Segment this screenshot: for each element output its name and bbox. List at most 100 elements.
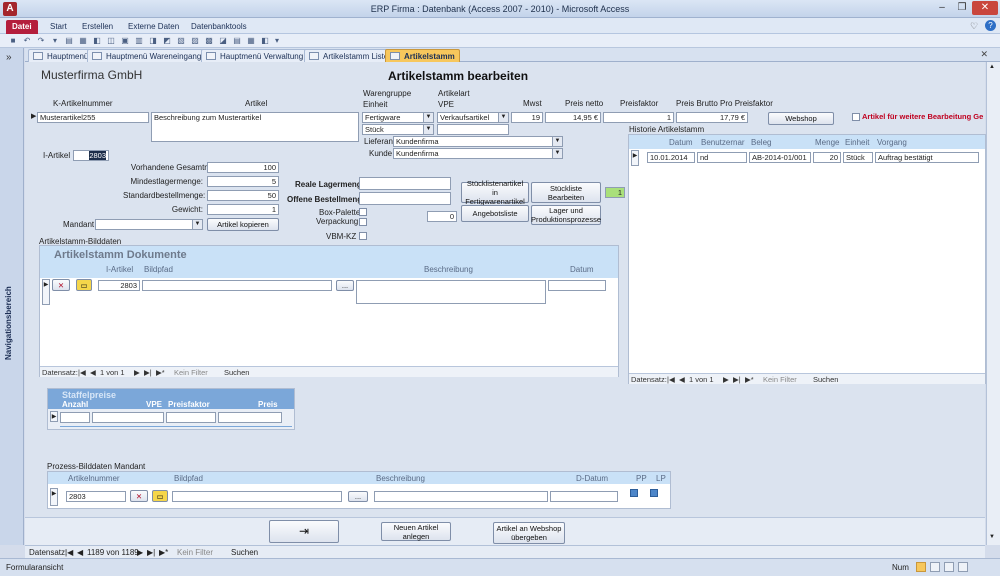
hist-menge-field[interactable]: 20: [813, 152, 841, 163]
stueckliste-bearbeiten-button[interactable]: Stückliste Bearbeiten: [531, 182, 601, 203]
lager-produktionsprozesse-button[interactable]: Lager und Produktionsprozesse: [531, 205, 601, 225]
nav-first-icon[interactable]: |◀: [65, 548, 73, 557]
delete-x-icon[interactable]: ✕: [52, 279, 70, 291]
nav-prev-icon[interactable]: ◀: [77, 548, 83, 557]
tab-artikelstamm-liste[interactable]: Artikelstamm Liste: [304, 49, 394, 62]
row-selector-icon[interactable]: ▶: [42, 279, 50, 305]
form-view-icon[interactable]: [916, 562, 926, 572]
toolbar-icon[interactable]: ▩: [204, 36, 214, 46]
nav-filter[interactable]: Kein Filter: [174, 368, 208, 377]
toolbar-icon[interactable]: ▨: [190, 36, 200, 46]
toolbar-icon[interactable]: ▦: [78, 36, 88, 46]
nav-next-icon[interactable]: ▶: [134, 368, 140, 377]
hist-einheit-field[interactable]: Stück: [843, 152, 873, 163]
tab-hauptmenue-verwaltung[interactable]: Hauptmenü Verwaltung: [201, 49, 309, 62]
ribbon-tab-start[interactable]: Start: [44, 20, 73, 34]
verpackung-checkbox[interactable]: [359, 218, 367, 226]
hist-vorgang-field[interactable]: Auftrag bestätigt: [875, 152, 979, 163]
delete-x-icon[interactable]: ✕: [130, 490, 148, 502]
vbm-kz-checkbox[interactable]: [359, 232, 367, 240]
staffel-vpe-field[interactable]: [92, 412, 164, 423]
open-folder-icon[interactable]: ▭: [76, 279, 92, 291]
ribbon-tab-externe-daten[interactable]: Externe Daten: [122, 20, 185, 34]
toolbar-icon[interactable]: ◧: [92, 36, 102, 46]
prozess-bildpfad-field[interactable]: [172, 491, 342, 502]
ribbon-tab-datenbanktools[interactable]: Datenbanktools: [185, 20, 253, 34]
nav-search[interactable]: Suchen: [813, 375, 838, 384]
dok-bildpfad-field[interactable]: [142, 280, 332, 291]
staffel-preisfaktor-field[interactable]: [166, 412, 216, 423]
box-palette-checkbox[interactable]: [359, 208, 367, 216]
prozess-d-datum-field[interactable]: [550, 491, 618, 502]
gewicht-field[interactable]: 1: [207, 204, 279, 215]
layout-view-icon[interactable]: [944, 562, 954, 572]
warengruppe-select[interactable]: Fertigware: [362, 112, 434, 123]
scroll-down-icon[interactable]: ▼: [989, 534, 995, 540]
prozess-artikelnummer-field[interactable]: 2803: [66, 491, 126, 502]
stuecklistenartikel-button[interactable]: Stücklistenartikel in Fertigwarenartikel: [461, 179, 529, 206]
nav-new-icon[interactable]: ▶*: [156, 368, 165, 377]
close-icon[interactable]: ✕: [972, 1, 998, 15]
nav-search[interactable]: Suchen: [224, 368, 249, 377]
nav-filter[interactable]: Kein Filter: [763, 375, 797, 384]
an-webshop-button[interactable]: Artikel an Webshop übergeben: [493, 522, 565, 544]
nav-position[interactable]: 1 von 1: [100, 368, 125, 377]
row-selector-icon[interactable]: ▶: [50, 411, 58, 422]
nav-next-icon[interactable]: ▶: [723, 375, 729, 384]
dok-i-artikel-field[interactable]: 2803: [98, 280, 140, 291]
preis-netto-field[interactable]: 14,95 €: [545, 112, 601, 123]
hist-beleg-field[interactable]: AB-2014-01/001: [749, 152, 811, 163]
verpackung-field[interactable]: 0: [427, 211, 457, 222]
webshop-button[interactable]: Webshop: [768, 112, 834, 125]
artikelart-select[interactable]: Verkaufsartikel: [437, 112, 509, 123]
reale-lagermenge-field[interactable]: [359, 177, 451, 190]
nav-last-icon[interactable]: ▶|: [733, 375, 741, 384]
redo-icon[interactable]: ↷: [36, 36, 46, 46]
ribbon-tab-datei[interactable]: Datei: [6, 20, 38, 34]
exit-icon[interactable]: ⇥: [269, 520, 339, 543]
row-selector-icon[interactable]: ▶: [50, 488, 58, 506]
design-view-icon[interactable]: [958, 562, 968, 572]
nav-next-icon[interactable]: ▶: [137, 548, 143, 557]
hist-benutzer-field[interactable]: nd: [697, 152, 747, 163]
nav-pane-toggle-icon[interactable]: »: [6, 52, 12, 63]
close-tab-icon[interactable]: ✕: [980, 49, 988, 60]
lp-checkbox[interactable]: [650, 489, 658, 497]
webshop-checkbox[interactable]: [852, 113, 860, 121]
toolbar-icon[interactable]: ▤: [232, 36, 242, 46]
standardbestellmenge-field[interactable]: 50: [207, 190, 279, 201]
artikel-kopieren-button[interactable]: Artikel kopieren: [207, 218, 279, 231]
scroll-up-icon[interactable]: ▲: [989, 64, 995, 70]
nav-prev-icon[interactable]: ◀: [679, 375, 685, 384]
nav-last-icon[interactable]: ▶|: [144, 368, 152, 377]
nav-new-icon[interactable]: ▶*: [159, 548, 168, 557]
dok-beschreibung-field[interactable]: [356, 280, 546, 304]
record-selector-icon[interactable]: ▶: [31, 112, 36, 120]
save-icon[interactable]: ■: [8, 36, 18, 46]
ribbon-tab-erstellen[interactable]: Erstellen: [76, 20, 119, 34]
toolbar-icon[interactable]: ◨: [148, 36, 158, 46]
hist-datum-field[interactable]: 10.01.2014: [647, 152, 695, 163]
navigation-pane[interactable]: » Navigationsbereich: [0, 48, 24, 545]
gesamtmenge-field[interactable]: 100: [207, 162, 279, 173]
help-icon[interactable]: ?: [985, 20, 996, 31]
browse-button[interactable]: ...: [348, 491, 368, 502]
toolbar-icon[interactable]: ◩: [162, 36, 172, 46]
nav-first-icon[interactable]: |◀: [78, 368, 86, 377]
offene-bestellmenge-field[interactable]: [359, 192, 451, 205]
form-vertical-scrollbar[interactable]: ▲ ▼: [986, 62, 1000, 545]
tab-hauptmenue[interactable]: Hauptmenü: [28, 49, 94, 62]
toolbar-icon[interactable]: ◪: [218, 36, 228, 46]
nav-new-icon[interactable]: ▶*: [745, 375, 754, 384]
vpe-field[interactable]: [437, 124, 509, 135]
nav-prev-icon[interactable]: ◀: [90, 368, 96, 377]
i-artikel-field[interactable]: 2803: [73, 150, 109, 161]
mandant-select[interactable]: [95, 219, 203, 230]
preisfaktor-field[interactable]: 1: [603, 112, 674, 123]
minimize-icon[interactable]: –: [932, 1, 952, 15]
open-folder-icon[interactable]: ▭: [152, 490, 168, 502]
k-artikelnummer-field[interactable]: Musterartikel255: [37, 112, 149, 123]
prozess-beschreibung-field[interactable]: [374, 491, 548, 502]
datasheet-view-icon[interactable]: [930, 562, 940, 572]
nav-search[interactable]: Suchen: [231, 548, 258, 557]
